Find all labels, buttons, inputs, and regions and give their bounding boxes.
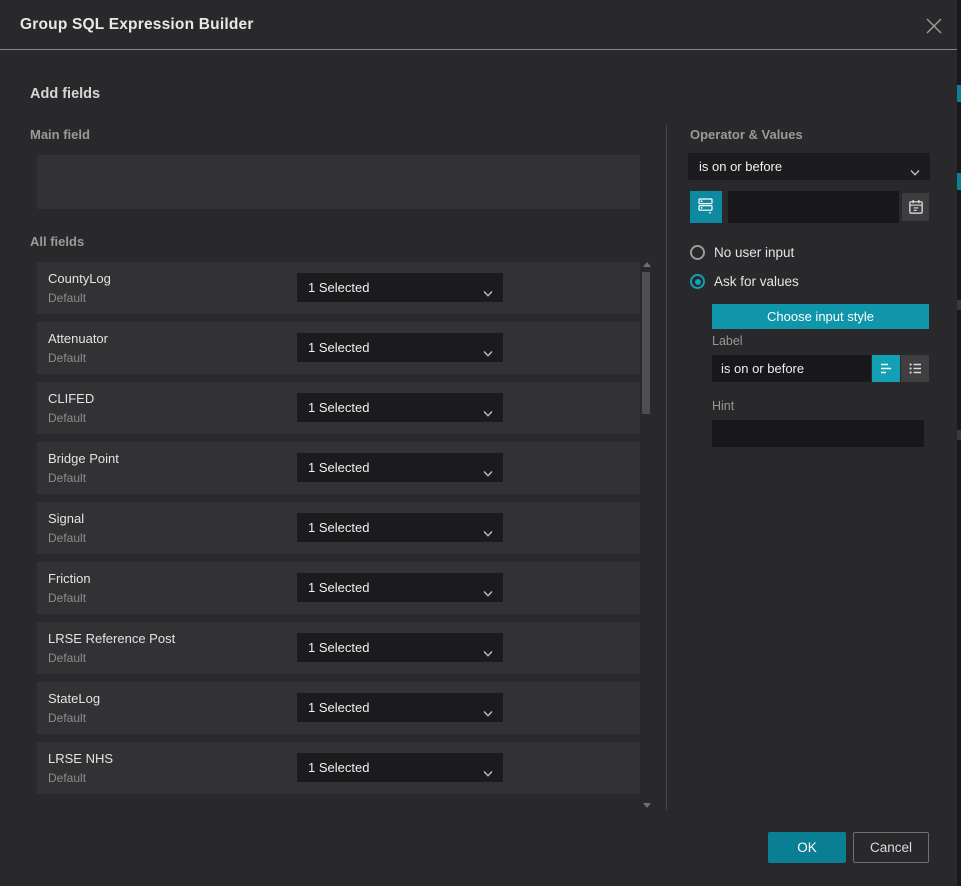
field-row: CLIFED Default 1 Selected: [37, 382, 640, 434]
chevron-down-icon: [483, 344, 493, 351]
field-subtitle: Default: [48, 411, 86, 425]
value-input[interactable]: [728, 191, 899, 223]
field-name: Friction: [48, 571, 91, 586]
input-type-icon: [697, 196, 715, 219]
chevron-down-icon: [483, 404, 493, 411]
chevron-down-icon: [483, 644, 493, 651]
field-row: StateLog Default 1 Selected: [37, 682, 640, 734]
all-fields-label: All fields: [30, 234, 84, 249]
field-selection-value: 1 Selected: [297, 340, 369, 355]
field-subtitle: Default: [48, 651, 86, 665]
dialog-header: Group SQL Expression Builder: [0, 0, 957, 50]
field-row: CountyLog Default 1 Selected: [37, 262, 640, 314]
background-accent-fragment: [957, 85, 961, 102]
radio-circle-selected: [690, 274, 705, 289]
label-input[interactable]: [712, 355, 871, 382]
field-selection-dropdown[interactable]: 1 Selected: [297, 633, 503, 662]
field-row: Attenuator Default 1 Selected: [37, 322, 640, 374]
add-fields-heading: Add fields: [30, 86, 100, 102]
field-name: CountyLog: [48, 271, 111, 286]
field-selection-dropdown[interactable]: 1 Selected: [297, 453, 503, 482]
field-name: Bridge Point: [48, 451, 119, 466]
choose-input-style-button[interactable]: Choose input style: [712, 304, 929, 329]
align-left-style-button[interactable]: [872, 355, 900, 382]
field-selection-value: 1 Selected: [297, 280, 369, 295]
input-type-button[interactable]: [690, 191, 722, 223]
field-subtitle: Default: [48, 291, 86, 305]
field-selection-value: 1 Selected: [297, 460, 369, 475]
scroll-up-icon[interactable]: [643, 262, 651, 267]
field-name: CLIFED: [48, 391, 94, 406]
radio-no-user-input[interactable]: No user input: [690, 245, 794, 260]
field-subtitle: Default: [48, 771, 86, 785]
field-subtitle: Default: [48, 591, 86, 605]
chevron-down-icon: [483, 284, 493, 291]
field-selection-value: 1 Selected: [297, 520, 369, 535]
chevron-down-icon: [483, 704, 493, 711]
field-selection-value: 1 Selected: [297, 580, 369, 595]
scroll-down-icon[interactable]: [643, 803, 651, 808]
field-name: LRSE NHS: [48, 751, 113, 766]
chevron-down-icon: [483, 464, 493, 471]
chevron-down-icon: [483, 764, 493, 771]
field-selection-dropdown[interactable]: 1 Selected: [297, 393, 503, 422]
field-subtitle: Default: [48, 711, 86, 725]
field-row: LRSE Reference Post Default 1 Selected: [37, 622, 640, 674]
radio-label: No user input: [714, 245, 794, 260]
field-subtitle: Default: [48, 351, 86, 365]
background-fragment: [957, 300, 961, 310]
chevron-down-icon: [483, 524, 493, 531]
field-name: Signal: [48, 511, 84, 526]
field-row: Friction Default 1 Selected: [37, 562, 640, 614]
radio-circle: [690, 245, 705, 260]
value-calendar-button[interactable]: [902, 193, 929, 221]
background-fragment: [957, 430, 961, 440]
background-app-edge: [957, 0, 961, 886]
hint-input[interactable]: [712, 420, 924, 447]
field-selection-value: 1 Selected: [297, 700, 369, 715]
background-accent-fragment: [957, 173, 961, 190]
scrollbar-thumb[interactable]: [642, 272, 650, 414]
field-subtitle: Default: [48, 531, 86, 545]
cancel-button[interactable]: Cancel: [853, 832, 929, 863]
operator-dropdown[interactable]: is on or before: [688, 153, 930, 180]
field-selection-value: 1 Selected: [297, 400, 369, 415]
field-selection-dropdown[interactable]: 1 Selected: [297, 753, 503, 782]
list-scrollbar[interactable]: [640, 260, 652, 810]
field-subtitle: Default: [48, 471, 86, 485]
radio-ask-for-values[interactable]: Ask for values: [690, 274, 799, 289]
operator-dropdown-value: is on or before: [688, 159, 782, 174]
operator-values-label: Operator & Values: [690, 127, 803, 142]
field-selection-dropdown[interactable]: 1 Selected: [297, 693, 503, 722]
field-name: LRSE Reference Post: [48, 631, 175, 646]
group-sql-expression-builder-dialog: Group SQL Expression Builder Add fields …: [0, 0, 961, 886]
field-name: Attenuator: [48, 331, 108, 346]
field-selection-dropdown[interactable]: 1 Selected: [297, 273, 503, 302]
field-selection-dropdown[interactable]: 1 Selected: [297, 333, 503, 362]
field-selection-dropdown[interactable]: 1 Selected: [297, 573, 503, 602]
radio-label: Ask for values: [714, 274, 799, 289]
main-field-group: CountyLog | Default From Date: [37, 155, 640, 209]
main-field-label: Main field: [30, 127, 90, 142]
field-row: Signal Default 1 Selected: [37, 502, 640, 554]
bullet-list-style-button[interactable]: [901, 355, 929, 382]
field-name: StateLog: [48, 691, 100, 706]
panel-divider: [666, 125, 667, 810]
field-row: Bridge Point Default 1 Selected: [37, 442, 640, 494]
label-caption: Label: [712, 334, 743, 348]
ok-button[interactable]: OK: [768, 832, 846, 863]
field-row: LRSE NHS Default 1 Selected: [37, 742, 640, 794]
field-selection-value: 1 Selected: [297, 640, 369, 655]
field-selection-value: 1 Selected: [297, 760, 369, 775]
chevron-down-icon: [910, 163, 920, 170]
close-icon[interactable]: [925, 17, 943, 35]
chevron-down-icon: [483, 584, 493, 591]
dialog-title: Group SQL Expression Builder: [20, 0, 254, 50]
field-selection-dropdown[interactable]: 1 Selected: [297, 513, 503, 542]
hint-caption: Hint: [712, 399, 734, 413]
